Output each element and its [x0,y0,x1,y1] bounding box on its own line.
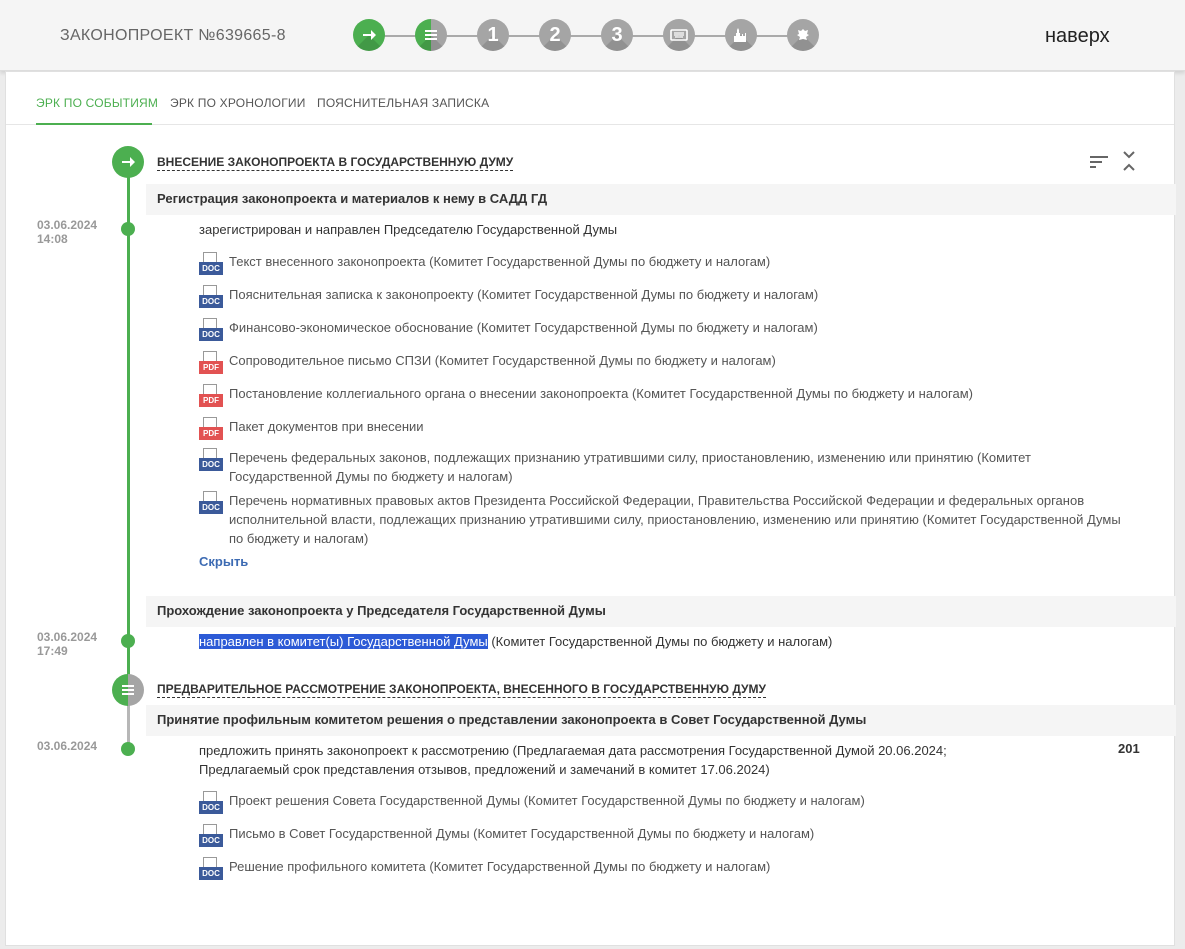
document-link[interactable]: PDF Сопроводительное письмо СПЗИ (Комите… [199,351,1129,375]
event-header-registration: Регистрация законопроекта и материалов к… [146,184,1176,215]
sort-icon[interactable] [1089,154,1109,170]
collapse-all-icon[interactable] [1122,150,1136,172]
stage-reading-3[interactable]: 3 [601,19,633,51]
document-list-icon [122,685,134,695]
back-to-top-link[interactable]: наверх [1045,25,1110,48]
document-link[interactable]: PDF Постановление коллегиального органа … [199,384,1129,408]
document-link[interactable]: PDF Пакет документов при внесении [199,417,1129,441]
stage-node-preliminary [112,674,144,706]
document-link[interactable]: DOC Проект решения Совета Государственно… [199,791,1129,815]
timeline-line-done [127,162,130,696]
document-link[interactable]: DOC Финансово-экономическое обоснование … [199,318,1129,342]
event-header-committee-decision: Принятие профильным комитетом решения о … [146,705,1176,736]
doc-file-icon: DOC [199,791,224,815]
selected-text: направлен в комитет(ы) Государственной Д… [199,634,488,649]
doc-file-icon: DOC [199,448,224,472]
top-bar: ЗАКОНОПРОЕКТ №639665-8 1 2 3 наверх [0,0,1185,71]
arrow-right-icon [122,157,135,167]
keyboard-icon [670,29,688,41]
document-link[interactable]: DOC Пояснительная записка к законопроект… [199,285,1129,309]
event-dot [121,742,135,756]
pdf-file-icon: PDF [199,351,224,375]
decision-number: 201 [1118,741,1140,756]
pdf-file-icon: PDF [199,384,224,408]
event-status: направлен в комитет(ы) Государственной Д… [199,634,833,649]
stage-title-introduction[interactable]: ВНЕСЕНИЕ ЗАКОНОПРОЕКТА В ГОСУДАРСТВЕННУЮ… [157,155,514,171]
event-dot [121,634,135,648]
stage-federation-council[interactable] [725,19,757,51]
event-title: Прохождение законопроекта у Председателя… [157,603,606,618]
event-title: Регистрация законопроекта и материалов к… [157,191,548,206]
document-list-icon [425,30,437,40]
stage-reading-1[interactable]: 1 [477,19,509,51]
kremlin-icon [734,28,746,42]
document-link[interactable]: DOC Решение профильного комитета (Комите… [199,857,1129,881]
document-link[interactable]: DOC Перечень нормативных правовых актов … [199,491,1129,548]
tab-bar: ЭРК ПО СОБЫТИЯМ ЭРК ПО ХРОНОЛОГИИ ПОЯСНИ… [6,72,1174,125]
doc-file-icon: DOC [199,491,224,515]
document-link[interactable]: DOC Письмо в Совет Государственной Думы … [199,824,1129,848]
bill-title: ЗАКОНОПРОЕКТ №639665-8 [60,27,286,44]
doc-file-icon: DOC [199,252,224,276]
tab-explanatory-note[interactable]: ПОЯСНИТЕЛЬНАЯ ЗАПИСКА [317,96,489,110]
stage-president[interactable] [787,19,819,51]
tab-events[interactable]: ЭРК ПО СОБЫТИЯМ [36,96,158,110]
eagle-emblem-icon [797,29,809,40]
stage-title-preliminary[interactable]: ПРЕДВАРИТЕЛЬНОЕ РАССМОТРЕНИЕ ЗАКОНОПРОЕК… [157,682,766,698]
hide-documents-link[interactable]: Скрыть [199,554,248,569]
stage-introduction[interactable] [353,19,385,51]
event-date: 03.06.2024 17:49 [37,630,98,658]
doc-file-icon: DOC [199,318,224,342]
bill-card: ЭРК ПО СОБЫТИЯМ ЭРК ПО ХРОНОЛОГИИ ПОЯСНИ… [5,71,1176,946]
active-tab-indicator [36,123,152,125]
event-date: 03.06.2024 [37,739,98,753]
event-header-chairman: Прохождение законопроекта у Председателя… [146,596,1176,627]
event-dot [121,222,135,236]
stage-preliminary[interactable] [415,19,447,51]
event-status: предложить принять законопроект к рассмо… [199,743,947,777]
pdf-file-icon: PDF [199,417,224,441]
doc-file-icon: DOC [199,824,224,848]
stage-council[interactable] [663,19,695,51]
event-date: 03.06.2024 14:08 [37,218,98,246]
document-link[interactable]: DOC Перечень федеральных законов, подлеж… [199,448,1129,486]
event-title: Принятие профильным комитетом решения о … [157,712,867,727]
arrow-right-icon [363,30,376,40]
stage-node-introduction [112,146,144,178]
document-link[interactable]: DOC Текст внесенного законопроекта (Коми… [199,252,1129,276]
doc-file-icon: DOC [199,857,224,881]
stage-reading-2[interactable]: 2 [539,19,571,51]
tab-chronology[interactable]: ЭРК ПО ХРОНОЛОГИИ [170,96,306,110]
event-status: зарегистрирован и направлен Председателю… [199,222,618,237]
doc-file-icon: DOC [199,285,224,309]
